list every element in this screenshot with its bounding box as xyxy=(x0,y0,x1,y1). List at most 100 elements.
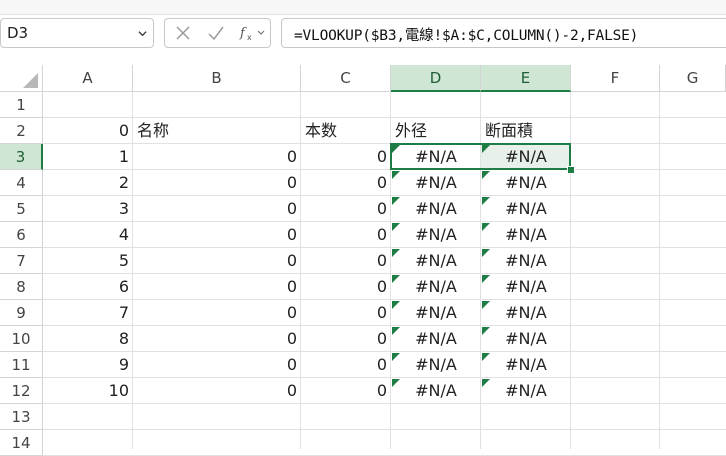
cell-a3[interactable]: 1 xyxy=(43,144,133,170)
cell-e5[interactable]: #N/A xyxy=(481,196,571,222)
row-header-12[interactable]: 12 xyxy=(0,378,43,404)
cell-b4[interactable]: 0 xyxy=(133,170,301,196)
row-header-5[interactable]: 5 xyxy=(0,196,43,222)
fill-handle[interactable] xyxy=(567,166,575,174)
cell-e10[interactable]: #N/A xyxy=(481,326,571,352)
cell-d8[interactable]: #N/A xyxy=(391,274,481,300)
error-indicator-icon xyxy=(482,171,490,179)
column-header-g[interactable]: G xyxy=(660,65,726,92)
cell-value: #N/A xyxy=(415,225,457,244)
cell-value: #N/A xyxy=(505,225,547,244)
cell-b5[interactable]: 0 xyxy=(133,196,301,222)
cell-e12[interactable]: #N/A xyxy=(481,378,571,404)
cell-value: 0 xyxy=(286,225,297,244)
cancel-x-icon[interactable] xyxy=(175,25,191,41)
cell-d6[interactable]: #N/A xyxy=(391,222,481,248)
cell-e2[interactable]: 断面積 xyxy=(481,118,571,144)
chevron-down-icon[interactable] xyxy=(138,29,147,38)
cell-c11[interactable]: 0 xyxy=(301,352,391,378)
cell-c6[interactable]: 0 xyxy=(301,222,391,248)
cell-a5[interactable]: 3 xyxy=(43,196,133,222)
row-header-1[interactable]: 1 xyxy=(0,92,43,118)
cell-a2[interactable]: 0 xyxy=(43,118,133,144)
cell-d2[interactable]: 外径 xyxy=(391,118,481,144)
cell-a4[interactable]: 2 xyxy=(43,170,133,196)
cell-a10[interactable]: 8 xyxy=(43,326,133,352)
row-header-10[interactable]: 10 xyxy=(0,326,43,352)
row-header-8[interactable]: 8 xyxy=(0,274,43,300)
cell-c8[interactable]: 0 xyxy=(301,274,391,300)
enter-check-icon[interactable] xyxy=(207,25,225,41)
cell-value: 0 xyxy=(286,251,297,270)
cell-a6[interactable]: 4 xyxy=(43,222,133,248)
cell-a8[interactable]: 6 xyxy=(43,274,133,300)
cell-c10[interactable]: 0 xyxy=(301,326,391,352)
cell-c2[interactable]: 本数 xyxy=(301,118,391,144)
cell-a12[interactable]: 10 xyxy=(43,378,133,404)
row-header-11[interactable]: 11 xyxy=(0,352,43,378)
cell-e6[interactable]: #N/A xyxy=(481,222,571,248)
cell-e11[interactable]: #N/A xyxy=(481,352,571,378)
row-header-14[interactable]: 14 xyxy=(0,430,43,456)
column-header-c[interactable]: C xyxy=(301,65,391,92)
cell-b8[interactable]: 0 xyxy=(133,274,301,300)
cell-b11[interactable]: 0 xyxy=(133,352,301,378)
cell-d5[interactable]: #N/A xyxy=(391,196,481,222)
column-header-b[interactable]: B xyxy=(133,65,301,92)
cell-d4[interactable]: #N/A xyxy=(391,170,481,196)
cell-value: 0 xyxy=(286,277,297,296)
error-indicator-icon xyxy=(392,197,400,205)
cell-value: 0 xyxy=(376,277,387,296)
cell-a7[interactable]: 5 xyxy=(43,248,133,274)
name-box[interactable]: D3 xyxy=(0,18,154,48)
cell-c9[interactable]: 0 xyxy=(301,300,391,326)
cell-c7[interactable]: 0 xyxy=(301,248,391,274)
cell-d7[interactable]: #N/A xyxy=(391,248,481,274)
row-header-7[interactable]: 7 xyxy=(0,248,43,274)
cell-e9[interactable]: #N/A xyxy=(481,300,571,326)
cell-b9[interactable]: 0 xyxy=(133,300,301,326)
row-header-6[interactable]: 6 xyxy=(0,222,43,248)
cell-e7[interactable]: #N/A xyxy=(481,248,571,274)
select-all-corner[interactable] xyxy=(0,65,43,92)
cell-value: 6 xyxy=(118,277,129,296)
cell-value: 断面積 xyxy=(485,121,534,140)
cell-c4[interactable]: 0 xyxy=(301,170,391,196)
error-indicator-icon xyxy=(392,353,400,361)
column-header-e[interactable]: E xyxy=(481,65,571,92)
insert-function-icon[interactable]: f x xyxy=(239,25,267,41)
cell-c5[interactable]: 0 xyxy=(301,196,391,222)
cell-e8[interactable]: #N/A xyxy=(481,274,571,300)
cell-c3[interactable]: 0 xyxy=(301,144,391,170)
cell-d10[interactable]: #N/A xyxy=(391,326,481,352)
cell-a9[interactable]: 7 xyxy=(43,300,133,326)
cell-b10[interactable]: 0 xyxy=(133,326,301,352)
cell-a11[interactable]: 9 xyxy=(43,352,133,378)
cell-b7[interactable]: 0 xyxy=(133,248,301,274)
cell-e4[interactable]: #N/A xyxy=(481,170,571,196)
row-header-4[interactable]: 4 xyxy=(0,170,43,196)
error-indicator-icon xyxy=(482,275,490,283)
row-header-13[interactable]: 13 xyxy=(0,404,43,430)
cell-b3[interactable]: 0 xyxy=(133,144,301,170)
row-header-9[interactable]: 9 xyxy=(0,300,43,326)
cell-value: #N/A xyxy=(415,303,457,322)
cell-value: 0 xyxy=(376,381,387,400)
error-indicator-icon xyxy=(392,223,400,231)
worksheet-grid[interactable]: A B C D E F G 1 2 3 4 5 6 7 8 9 10 11 12 13 14 0 名称 本数 外径 断面積 1 0 0 #… xyxy=(0,65,726,456)
cell-c12[interactable]: 0 xyxy=(301,378,391,404)
column-header-d[interactable]: D xyxy=(391,65,481,92)
cell-d12[interactable]: #N/A xyxy=(391,378,481,404)
column-header-f[interactable]: F xyxy=(571,65,660,92)
cell-b12[interactable]: 0 xyxy=(133,378,301,404)
cell-b6[interactable]: 0 xyxy=(133,222,301,248)
row-header-3[interactable]: 3 xyxy=(0,144,43,170)
cell-value: #N/A xyxy=(415,355,457,374)
formula-bar[interactable]: =VLOOKUP($B3,電線!$A:$C,COLUMN()-2,FALSE) xyxy=(281,18,726,48)
row-header-2[interactable]: 2 xyxy=(0,118,43,144)
column-header-a[interactable]: A xyxy=(43,65,133,92)
cell-b2[interactable]: 名称 xyxy=(133,118,301,144)
cell-d11[interactable]: #N/A xyxy=(391,352,481,378)
cell-value: 名称 xyxy=(137,121,170,140)
cell-d9[interactable]: #N/A xyxy=(391,300,481,326)
